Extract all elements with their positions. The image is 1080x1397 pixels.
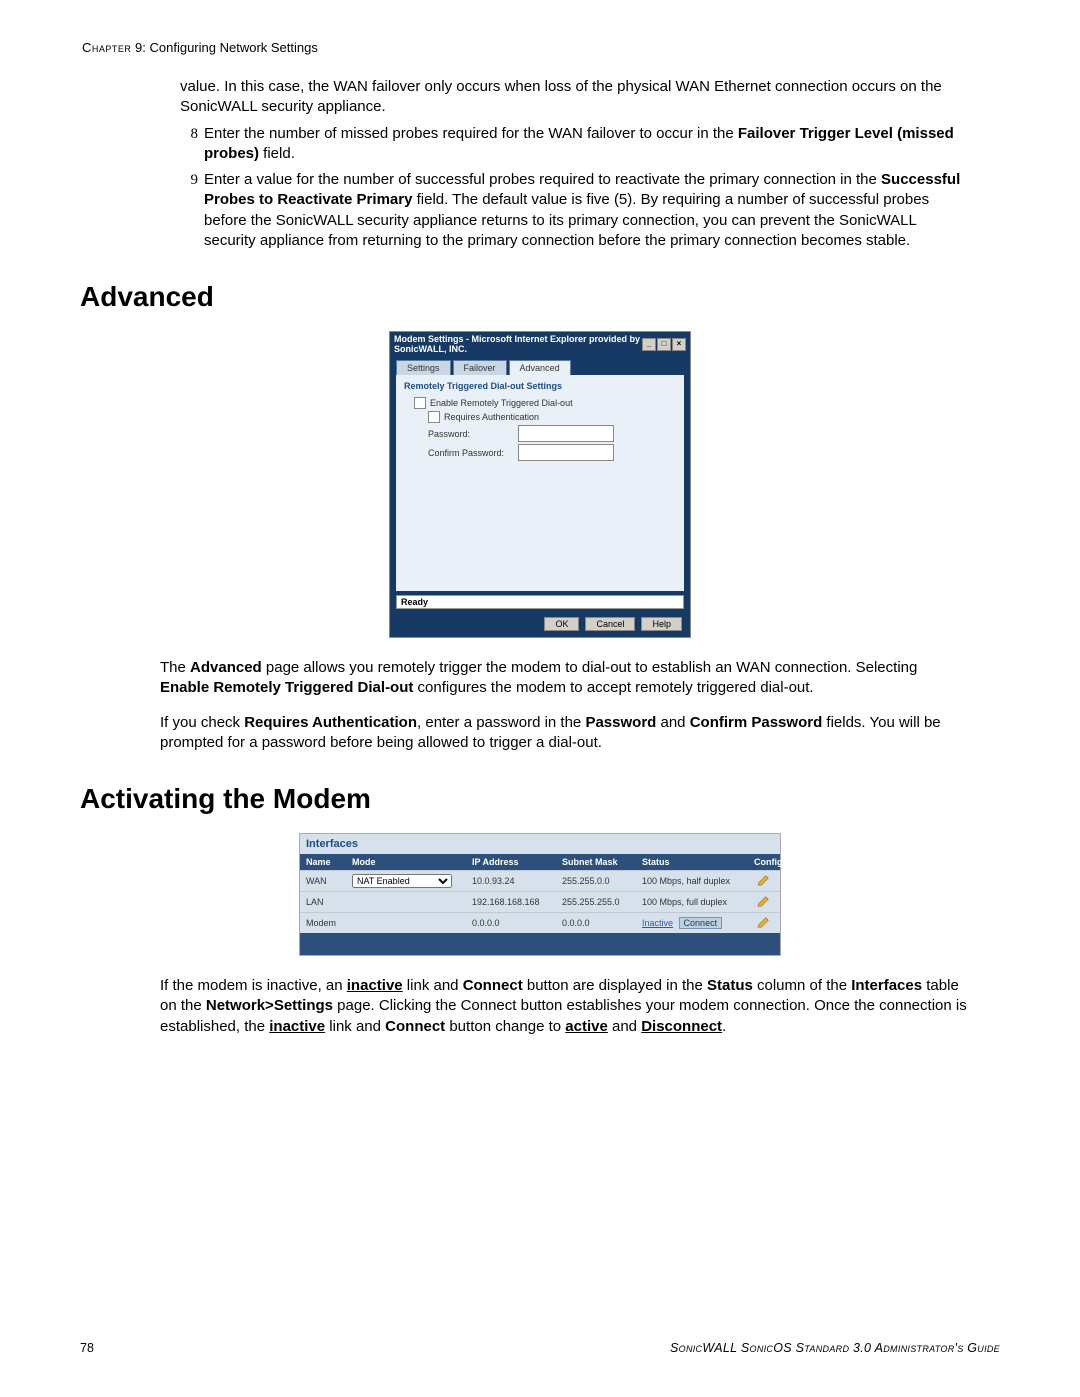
- page-number: 78: [80, 1341, 94, 1355]
- table-row: WAN NAT Enabled 10.0.93.24 255.255.0.0 1…: [300, 870, 780, 891]
- minimize-icon[interactable]: _: [642, 338, 656, 351]
- dialog-section-title: Remotely Triggered Dial-out Settings: [404, 381, 676, 391]
- help-button[interactable]: Help: [641, 617, 682, 631]
- enable-dialout-label: Enable Remotely Triggered Dial-out: [430, 398, 573, 408]
- chapter-number: 9: [135, 40, 142, 55]
- password-field[interactable]: [518, 425, 614, 442]
- requires-auth-checkbox[interactable]: [428, 411, 440, 423]
- tab-failover[interactable]: Failover: [453, 360, 507, 375]
- ok-button[interactable]: OK: [544, 617, 579, 631]
- heading-advanced: Advanced: [80, 281, 1000, 313]
- advanced-paragraph-2: If you check Requires Authentication, en…: [160, 713, 970, 754]
- dialog-status: Ready: [396, 595, 684, 609]
- modem-settings-dialog: Modem Settings - Microsoft Internet Expl…: [389, 331, 691, 638]
- configure-icon[interactable]: [757, 874, 771, 886]
- step-9: 9 Enter a value for the number of succes…: [180, 170, 970, 251]
- interfaces-title: Interfaces: [300, 834, 780, 854]
- continuation-paragraph: value. In this case, the WAN failover on…: [180, 77, 970, 118]
- heading-activating-modem: Activating the Modem: [80, 783, 1000, 815]
- interfaces-header-row: Name Mode IP Address Subnet Mask Status …: [300, 854, 780, 870]
- chapter-label: Chapter: [82, 40, 131, 55]
- advanced-paragraph-1: The Advanced page allows you remotely tr…: [160, 658, 970, 699]
- enable-dialout-checkbox[interactable]: [414, 397, 426, 409]
- connect-button[interactable]: Connect: [679, 917, 723, 929]
- chapter-title: Configuring Network Settings: [150, 40, 318, 55]
- tab-advanced[interactable]: Advanced: [509, 360, 571, 375]
- tab-settings[interactable]: Settings: [396, 360, 451, 375]
- activating-paragraph: If the modem is inactive, an inactive li…: [160, 976, 970, 1037]
- maximize-icon[interactable]: □: [657, 338, 671, 351]
- close-icon[interactable]: ×: [672, 338, 686, 351]
- dialog-title: Modem Settings - Microsoft Internet Expl…: [394, 334, 642, 354]
- interfaces-panel: Interfaces Name Mode IP Address Subnet M…: [299, 833, 781, 956]
- chapter-header: Chapter 9: Configuring Network Settings: [82, 40, 1000, 55]
- inactive-link[interactable]: Inactive: [642, 918, 673, 928]
- interfaces-footer-bar: [300, 933, 780, 955]
- wan-mode-select[interactable]: NAT Enabled: [352, 874, 452, 888]
- guide-title: SonicWALL SonicOS Standard 3.0 Administr…: [670, 1341, 1000, 1355]
- step-8: 8 Enter the number of missed probes requ…: [180, 124, 970, 165]
- table-row: Modem 0.0.0.0 0.0.0.0 Inactive Connect: [300, 912, 780, 933]
- configure-icon[interactable]: [757, 916, 771, 928]
- password-label: Password:: [428, 429, 518, 439]
- configure-icon[interactable]: [757, 895, 771, 907]
- confirm-password-field[interactable]: [518, 444, 614, 461]
- requires-auth-label: Requires Authentication: [444, 412, 539, 422]
- confirm-password-label: Confirm Password:: [428, 448, 518, 458]
- cancel-button[interactable]: Cancel: [585, 617, 635, 631]
- table-row: LAN 192.168.168.168 255.255.255.0 100 Mb…: [300, 891, 780, 912]
